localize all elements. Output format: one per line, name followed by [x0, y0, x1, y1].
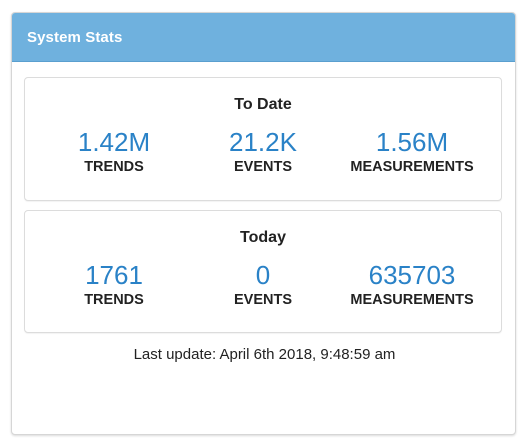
today-events-label: EVENTS [233, 292, 292, 308]
to-date-events-label: EVENTS [233, 159, 292, 175]
today-stat-row: 1761 TRENDS 0 EVENTS 635703 MEASUREMENTS [25, 261, 501, 309]
to-date-trends-stat: 1.42M TRENDS [40, 128, 188, 176]
to-date-measurements-label: MEASUREMENTS [350, 159, 474, 175]
today-title: Today [240, 229, 286, 246]
panel-title: System Stats [27, 28, 123, 46]
today-measurements-label: MEASUREMENTS [350, 292, 474, 308]
system-stats-panel: System Stats To Date 1.42M TRENDS 21.2K … [11, 12, 516, 435]
to-date-measurements-stat: 1.56M MEASUREMENTS [338, 128, 486, 176]
to-date-events-stat: 21.2K EVENTS [189, 128, 337, 176]
to-date-trends-label: TRENDS [84, 159, 144, 175]
to-date-measurements-value: 1.56M [375, 127, 449, 157]
to-date-events-value: 21.2K [229, 127, 297, 157]
today-measurements-stat: 635703 MEASUREMENTS [338, 261, 486, 309]
today-trends-stat: 1761 TRENDS [40, 261, 188, 309]
to-date-stats-box: To Date 1.42M TRENDS 21.2K EVENTS 1.56M … [24, 77, 502, 201]
today-events-stat: 0 EVENTS [189, 261, 337, 309]
today-stats-box: Today 1761 TRENDS 0 EVENTS 635703 MEASUR… [24, 210, 502, 333]
today-events-value: 0 [255, 260, 271, 290]
today-trends-value: 1761 [85, 260, 143, 290]
today-trends-label: TRENDS [84, 292, 144, 308]
panel-body: To Date 1.42M TRENDS 21.2K EVENTS 1.56M … [12, 62, 515, 364]
today-measurements-value: 635703 [368, 260, 456, 290]
to-date-title: To Date [234, 96, 292, 113]
to-date-trends-value: 1.42M [77, 127, 151, 157]
last-update-text: Last update: April 6th 2018, 9:48:59 am [133, 346, 396, 363]
panel-header: System Stats [12, 13, 515, 62]
to-date-stat-row: 1.42M TRENDS 21.2K EVENTS 1.56M MEASUREM… [25, 128, 501, 176]
